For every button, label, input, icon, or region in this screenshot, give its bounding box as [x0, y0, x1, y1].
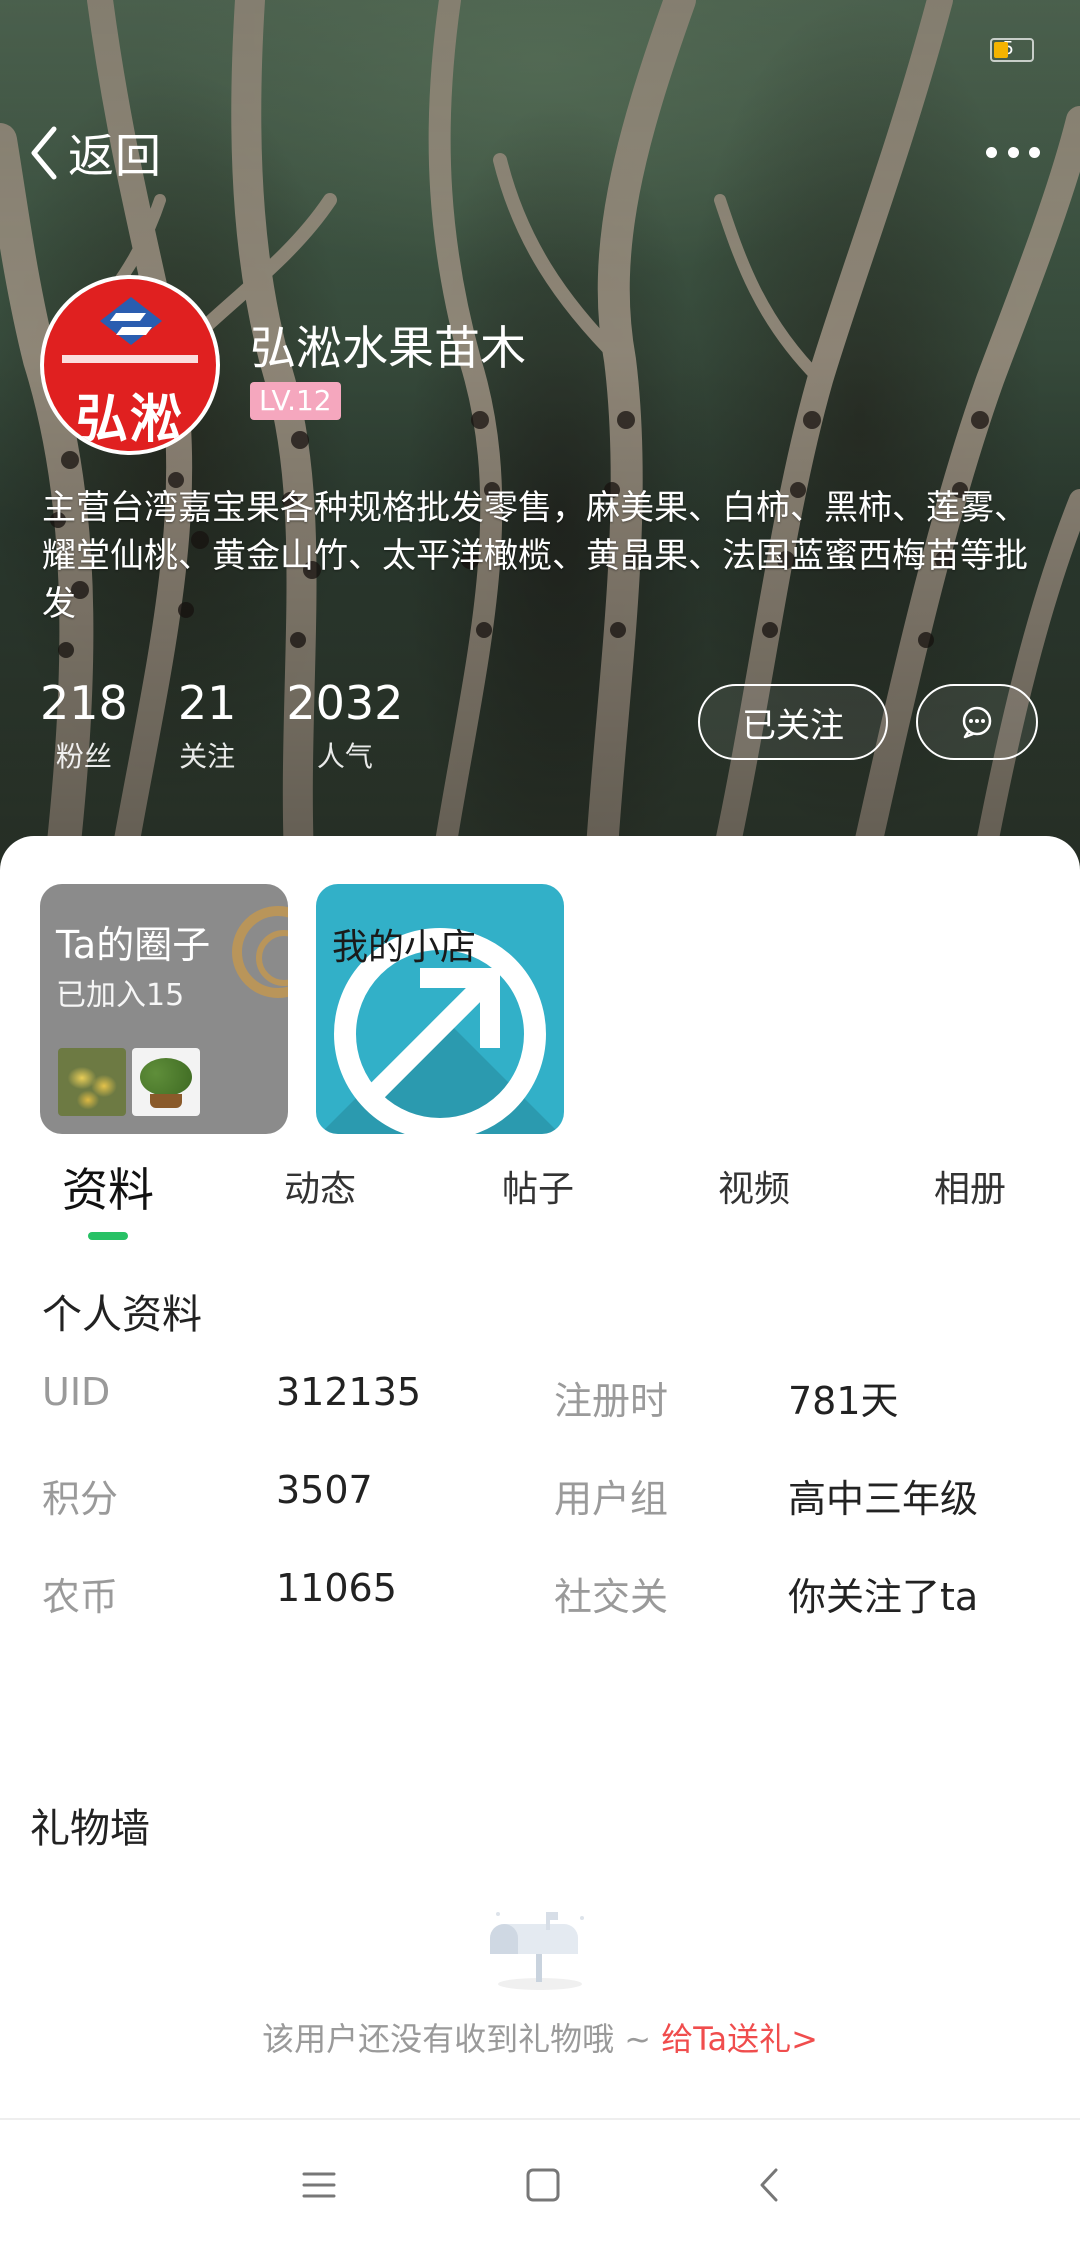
circle-card[interactable]: Ta的圈子 已加入15 [40, 884, 288, 1134]
back-button[interactable]: 返回 [26, 118, 162, 188]
back-nav-icon[interactable] [746, 2160, 796, 2210]
home-icon[interactable] [518, 2160, 568, 2210]
field-label: UID [42, 1370, 111, 1414]
more-options-icon[interactable] [986, 142, 1040, 162]
field-label: 农币 [42, 1575, 119, 1619]
field-label: 积分 [42, 1477, 119, 1521]
profile-row: 农币 11065 社交关 你关注了ta [0, 1566, 1080, 1622]
username: 弘淞水果苗木 [250, 321, 526, 375]
back-label: 返回 [68, 129, 162, 183]
brand-logo-icon [100, 297, 162, 345]
circle-thumbnail-bonsai [132, 1048, 200, 1116]
circle-thumbnail-fruit [58, 1048, 126, 1116]
field-label: 社交关 [554, 1575, 669, 1619]
field-value: 高中三年级 [788, 1477, 979, 1521]
circle-logo-icon [232, 906, 288, 998]
menu-icon[interactable] [294, 2160, 344, 2210]
tab-active-indicator [88, 1232, 128, 1240]
tab-album[interactable]: 相册 [934, 1160, 1006, 1212]
level-badge: LV.12 [250, 382, 341, 420]
system-navigation-bar [0, 2120, 1080, 2248]
chevron-left-icon [31, 126, 57, 180]
profile-tabs: 资料 动态 帖子 视频 相册 [0, 1160, 1080, 1240]
tab-posts[interactable]: 帖子 [502, 1160, 574, 1212]
field-value: 312135 [276, 1370, 422, 1414]
avatar[interactable]: 弘淞 [40, 275, 220, 455]
field-value: 你关注了ta [788, 1575, 979, 1619]
circle-card-subtitle: 已加入15 [56, 978, 185, 1013]
profile-bio: 主营台湾嘉宝果各种规格批发零售，麻美果、白柿、黑柿、莲雾、耀堂仙桃、黄金山竹、太… [42, 488, 1028, 624]
battery-icon [990, 38, 1034, 62]
gift-wall-title: 礼物墙 [30, 1806, 150, 1852]
tab-activity[interactable]: 动态 [284, 1160, 356, 1212]
circle-card-title: Ta的圈子 [56, 923, 211, 967]
avatar-brand-text: 弘淞 [75, 389, 184, 450]
field-value: 781天 [788, 1379, 899, 1423]
profile-row: 积分 3507 用户组 高中三年级 [0, 1468, 1080, 1524]
profile-row: UID 312135 注册时 781天 [0, 1370, 1080, 1426]
field-label: 注册时 [554, 1379, 669, 1423]
stat-fans[interactable]: 218 粉丝 [40, 675, 128, 775]
field-value: 3507 [276, 1468, 373, 1512]
tab-videos[interactable]: 视频 [718, 1160, 790, 1212]
stat-popularity: 2032 人气 [286, 676, 404, 773]
shop-card[interactable]: 我的小店 [316, 884, 564, 1134]
chat-bubble-icon [962, 706, 992, 739]
gift-empty-message: 该用户还没有收到礼物哦 ~ 给Ta送礼> [262, 2020, 818, 2058]
follow-button[interactable]: 已关注 [698, 684, 888, 760]
send-gift-link[interactable]: 给Ta送礼> [661, 2020, 818, 2058]
tab-profile[interactable]: 资料 [62, 1154, 154, 1220]
stat-following[interactable]: 21 关注 [178, 675, 237, 775]
shop-card-title: 我的小店 [332, 927, 477, 968]
profile-section-title: 个人资料 [42, 1292, 202, 1338]
field-label: 用户组 [554, 1477, 669, 1521]
message-button[interactable] [916, 684, 1038, 760]
mailbox-icon [490, 1912, 584, 1990]
field-value: 11065 [276, 1566, 397, 1610]
stats-bar: 218 粉丝 21 关注 2032 人气 [40, 675, 453, 775]
